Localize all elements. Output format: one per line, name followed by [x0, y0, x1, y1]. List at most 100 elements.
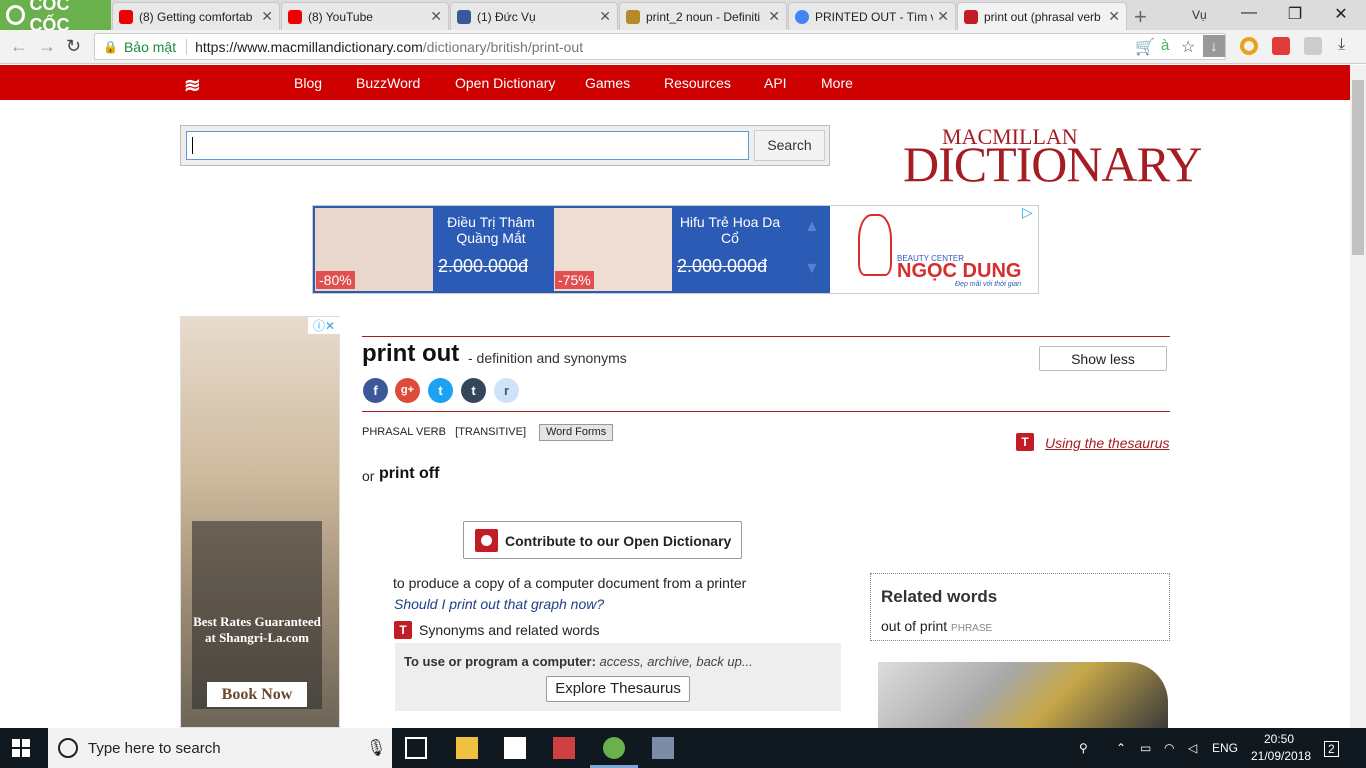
tab-2[interactable]: (8) YouTube ✕ [281, 2, 449, 30]
star-icon[interactable]: ☆ [1181, 37, 1195, 57]
chevron-up-icon[interactable]: ⌃ [1116, 741, 1126, 755]
time: 20:50 [1263, 732, 1295, 746]
thesaurus-entry: To use or program a computer: access, ar… [404, 654, 753, 669]
ad-item-price: 2.000.000đ [677, 256, 768, 276]
microphone-icon[interactable]: 🎙 [366, 738, 386, 758]
notification-icon[interactable]: 2 [1324, 741, 1339, 757]
back-icon[interactable]: ← [10, 36, 28, 57]
left-ad[interactable]: ⓘ✕ Best Rates Guaranteed at Shangri-La.c… [180, 316, 340, 728]
adchoices-icon[interactable]: ▷ [1022, 204, 1033, 221]
arrow-down-icon[interactable]: ▼ [804, 260, 820, 278]
site-nav: ≋ Blog BuzzWord Open Dictionary Games Re… [0, 65, 1350, 100]
browser-tab-strip: CỐC CỐC (8) Getting comfortab ✕ (8) YouT… [0, 0, 1366, 35]
tab-3[interactable]: (1) Đức Vụ ✕ [450, 2, 618, 30]
word-forms-button[interactable]: Word Forms [539, 424, 614, 441]
new-tab-icon[interactable]: + [1134, 4, 1147, 30]
nav-games[interactable]: Games [585, 75, 630, 91]
reddit-share-icon[interactable]: r [494, 378, 519, 403]
nav-blog[interactable]: Blog [294, 75, 322, 91]
store-icon[interactable] [504, 737, 526, 759]
battery-icon[interactable]: ▭ [1140, 741, 1151, 755]
related-word-text[interactable]: out of print [881, 618, 947, 634]
language-indicator[interactable]: ENG [1212, 741, 1238, 755]
profile-name[interactable]: Vụ [1192, 8, 1207, 22]
app-icon[interactable] [652, 737, 674, 759]
logo-dictionary[interactable]: DICTIONARY [903, 135, 1202, 193]
close-icon[interactable]: ✕ [261, 8, 273, 25]
app-icon[interactable] [553, 737, 575, 759]
volume-icon[interactable]: ◁ [1188, 741, 1197, 755]
wifi-icon[interactable]: ◠ [1164, 741, 1174, 755]
address-bar[interactable]: 🔒 Bảo mật https://www.macmillandictionar… [94, 33, 1226, 60]
clock[interactable]: 20:50 21/09/2018 [1251, 731, 1311, 765]
tumblr-share-icon[interactable]: t [461, 378, 486, 403]
forward-icon[interactable]: → [38, 36, 56, 57]
extension-icon[interactable] [1240, 37, 1258, 55]
thesaurus-icon: T [1016, 433, 1034, 451]
minimize-icon[interactable]: — [1226, 4, 1272, 22]
maximize-icon[interactable]: ❐ [1272, 4, 1318, 24]
windows-start-icon[interactable] [12, 739, 30, 757]
tab-title: print_2 noun - Definiti [646, 9, 761, 24]
thesaurus-words[interactable]: access, archive, back up... [600, 654, 753, 669]
text-caret [192, 137, 193, 154]
ad-brand[interactable]: NGỌC DUNG [897, 260, 1021, 283]
reload-icon[interactable]: ↻ [66, 36, 81, 57]
headword-subtitle: - definition and synonyms [468, 350, 627, 366]
nav-open-dictionary[interactable]: Open Dictionary [455, 75, 555, 91]
taskbar-search[interactable]: Type here to search 🎙 [48, 728, 392, 768]
close-window-icon[interactable]: ✕ [1318, 4, 1364, 24]
contribute-button[interactable]: Contribute to our Open Dictionary [463, 521, 742, 559]
search-input[interactable] [186, 131, 749, 160]
tab-title: (8) YouTube [308, 9, 373, 24]
promo-image[interactable] [878, 662, 1168, 728]
youtube-icon [119, 9, 133, 24]
nav-buzzword[interactable]: BuzzWord [356, 75, 420, 91]
file-explorer-icon[interactable] [456, 737, 478, 759]
task-view-icon[interactable] [405, 737, 427, 759]
using-thesaurus-link[interactable]: Using the thesaurus [1045, 435, 1170, 451]
close-icon[interactable]: ✕ [937, 8, 949, 25]
synonyms-label[interactable]: Synonyms and related words [419, 622, 600, 638]
download-icon[interactable]: ↓ [1203, 35, 1225, 57]
tab-6-active[interactable]: print out (phrasal verb ✕ [957, 2, 1127, 30]
search-button[interactable]: Search [754, 130, 825, 161]
show-less-button[interactable]: Show less [1039, 346, 1167, 371]
coccoc-brand[interactable]: CỐC CỐC [0, 0, 111, 35]
shield-icon[interactable] [1272, 37, 1290, 55]
tab-4[interactable]: print_2 noun - Definiti ✕ [619, 2, 787, 30]
translate-icon[interactable]: à [1161, 37, 1169, 54]
ad-item-title[interactable]: Hifu Trẻ Hoa Da Cổ [671, 214, 789, 246]
related-word-pos: PHRASE [951, 623, 993, 634]
adchoices-icon[interactable]: ⓘ✕ [308, 317, 340, 334]
googleplus-share-icon[interactable]: g+ [395, 378, 420, 403]
nav-api[interactable]: API [764, 75, 787, 91]
download-icon[interactable]: ⤓ [1338, 36, 1345, 54]
divider [362, 411, 1170, 412]
scrollbar-thumb[interactable] [1352, 80, 1364, 255]
facebook-share-icon[interactable]: f [363, 378, 388, 403]
coccoc-logo-icon [6, 5, 26, 25]
facebook-icon [457, 9, 471, 24]
close-icon[interactable]: ✕ [768, 8, 780, 25]
people-icon[interactable]: ⚲ [1079, 741, 1088, 755]
close-icon[interactable]: ✕ [430, 8, 442, 25]
tab-5[interactable]: PRINTED OUT - Tìm vớ ✕ [788, 2, 956, 30]
ad-item-title[interactable]: Điều Trị Thâm Quầng Mắt [432, 214, 550, 246]
nav-resources[interactable]: Resources [664, 75, 731, 91]
tab-1[interactable]: (8) Getting comfortab ✕ [112, 2, 280, 30]
nav-more[interactable]: More [821, 75, 853, 91]
close-icon[interactable]: ✕ [1108, 8, 1120, 25]
book-now-button[interactable]: Book Now [207, 682, 307, 707]
related-word[interactable]: out of print PHRASE [881, 618, 992, 634]
coccoc-taskbar-icon[interactable] [603, 737, 625, 759]
close-icon[interactable]: ✕ [599, 8, 611, 25]
sync-icon[interactable] [1304, 37, 1322, 55]
cart-icon[interactable]: 🛒 [1135, 37, 1155, 57]
url-path: /dictionary/british/print-out [422, 38, 584, 55]
ad-headline: Best Rates Guaranteed at Shangri-La.com [193, 614, 321, 645]
arrow-up-icon[interactable]: ▲ [804, 218, 820, 236]
macmillan-logo-icon[interactable]: ≋ [184, 73, 201, 98]
twitter-share-icon[interactable]: t [428, 378, 453, 403]
explore-thesaurus-button[interactable]: Explore Thesaurus [546, 676, 690, 702]
